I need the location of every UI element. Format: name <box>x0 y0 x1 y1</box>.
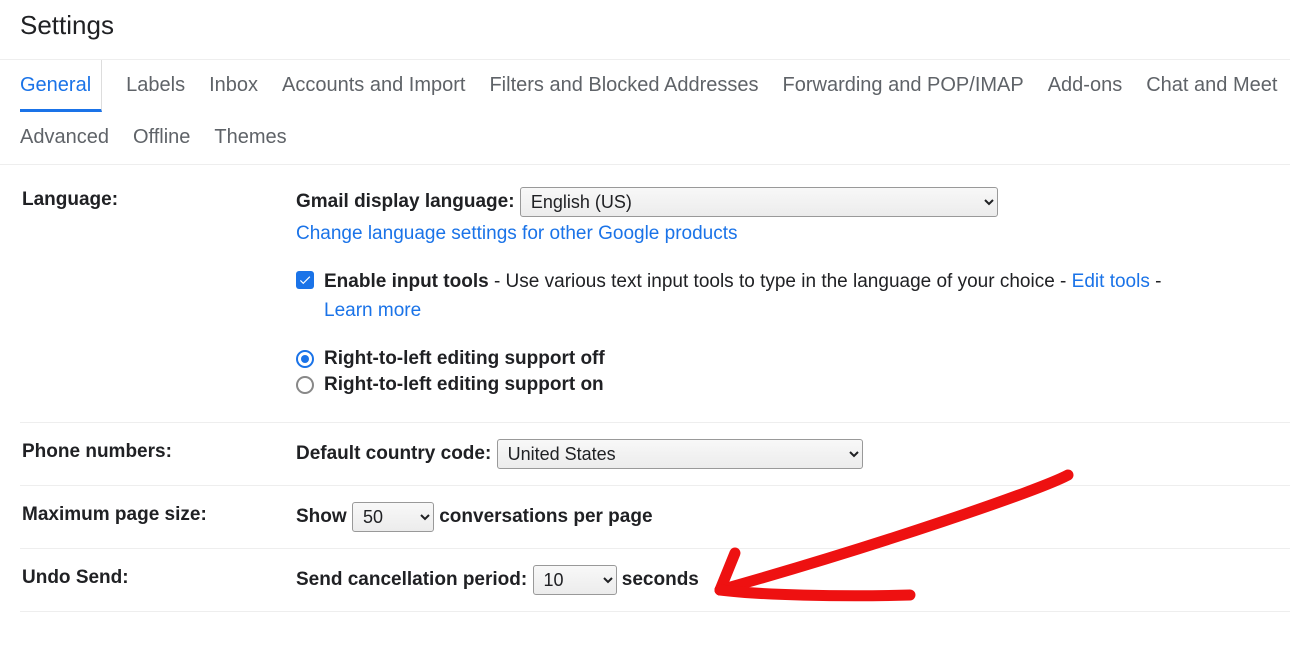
dash-sep: - <box>1150 271 1162 292</box>
row-phone-numbers: Phone numbers: Default country code: Uni… <box>20 423 1290 486</box>
tab-general[interactable]: General <box>20 60 102 112</box>
rtl-on-radio[interactable] <box>296 376 314 394</box>
tab-themes[interactable]: Themes <box>214 112 286 164</box>
page-title: Settings <box>20 0 1290 59</box>
tab-forwarding-pop-imap[interactable]: Forwarding and POP/IMAP <box>783 60 1024 112</box>
row-max-page-size: Maximum page size: Show 50 conversations… <box>20 486 1290 549</box>
tab-inbox[interactable]: Inbox <box>209 60 258 112</box>
row-language: Language: Gmail display language: Englis… <box>20 165 1290 423</box>
tabs-bar: General Labels Inbox Accounts and Import… <box>0 59 1290 165</box>
label-undo-send: Undo Send: <box>22 565 296 595</box>
display-language-select[interactable]: English (US) <box>520 187 998 217</box>
cancellation-prefix: Send cancellation period: <box>296 569 527 590</box>
tab-chat-and-meet[interactable]: Chat and Meet <box>1146 60 1277 112</box>
page-size-select[interactable]: 50 <box>352 502 434 532</box>
checkmark-icon <box>298 273 312 287</box>
learn-more-link[interactable]: Learn more <box>324 300 421 321</box>
default-country-code-label: Default country code: <box>296 443 491 464</box>
label-phone-numbers: Phone numbers: <box>22 439 296 469</box>
enable-input-tools-label: Enable input tools <box>324 271 489 292</box>
row-undo-send: Undo Send: Send cancellation period: 10 … <box>20 549 1290 612</box>
country-code-select[interactable]: United States <box>497 439 863 469</box>
seconds-suffix: seconds <box>622 569 699 590</box>
enable-input-tools-checkbox[interactable] <box>296 271 314 289</box>
enable-input-tools-desc: - Use various text input tools to type i… <box>489 271 1072 292</box>
change-language-link[interactable]: Change language settings for other Googl… <box>296 223 738 244</box>
label-language: Language: <box>22 187 296 396</box>
tab-filters-blocked[interactable]: Filters and Blocked Addresses <box>489 60 758 112</box>
rtl-off-radio[interactable] <box>296 350 314 368</box>
tab-advanced[interactable]: Advanced <box>20 112 109 164</box>
edit-tools-link[interactable]: Edit tools <box>1072 271 1150 292</box>
undo-send-select[interactable]: 10 <box>533 565 617 595</box>
label-max-page-size: Maximum page size: <box>22 502 296 532</box>
tab-labels[interactable]: Labels <box>126 60 185 112</box>
tab-accounts-and-import[interactable]: Accounts and Import <box>282 60 465 112</box>
display-language-label: Gmail display language: <box>296 191 515 212</box>
tab-add-ons[interactable]: Add-ons <box>1048 60 1123 112</box>
tab-offline[interactable]: Offline <box>133 112 190 164</box>
conversations-suffix: conversations per page <box>439 506 652 527</box>
rtl-off-label: Right-to-left editing support off <box>324 348 605 370</box>
rtl-on-label: Right-to-left editing support on <box>324 374 604 396</box>
show-prefix: Show <box>296 506 347 527</box>
